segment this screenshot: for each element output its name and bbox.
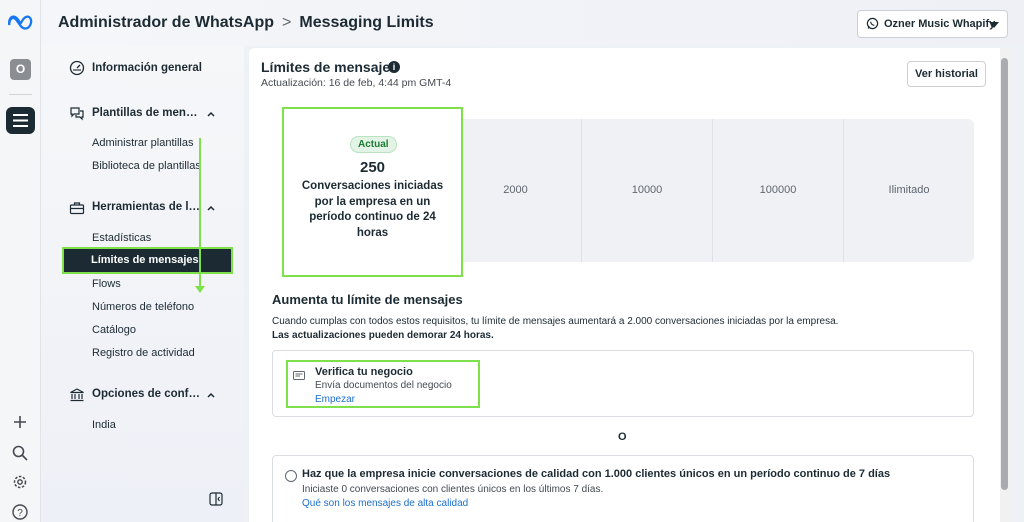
sidebar-item-message-limits[interactable]: Límites de mensajes <box>62 247 233 274</box>
tier-2000: 2000 <box>503 184 528 196</box>
breadcrumb-separator: > <box>282 14 292 31</box>
main-panel: Límites de mensajes i Actualización: 16 … <box>249 48 1009 522</box>
quality-option-title: Haz que la empresa inicie conversaciones… <box>302 468 891 480</box>
chevron-up-icon[interactable] <box>206 203 216 213</box>
document-icon <box>293 371 305 380</box>
toolbox-icon <box>69 202 85 215</box>
quality-info-link[interactable]: Qué son los mensajes de alta calidad <box>302 498 468 509</box>
tier-100000: 100000 <box>712 119 843 262</box>
tier-unlimited: Ilimitado <box>843 119 974 262</box>
sidebar-section-templates[interactable]: Plantillas de men… <box>92 107 197 119</box>
rail-divider <box>9 94 32 95</box>
left-rail: O ? <box>0 0 41 522</box>
top-header: Administrador de WhatsApp > Messaging Limi… <box>41 0 1024 46</box>
sidebar-item-phone-numbers[interactable]: Números de teléfono <box>92 301 194 313</box>
sidebar-item-statistics[interactable]: Estadísticas <box>92 232 151 244</box>
sidebar-item-flows[interactable]: Flows <box>92 278 121 290</box>
sidebar-item-template-library[interactable]: Biblioteca de plantillas <box>92 160 201 172</box>
breadcrumb: Administrador de WhatsApp > Messaging Limi… <box>58 14 434 32</box>
breadcrumb-current: Messaging Limits <box>299 14 434 31</box>
account-name: Ozner Music Whapify <box>884 18 996 30</box>
or-divider: O <box>618 431 627 443</box>
verify-business-title: Verifica tu negocio <box>315 366 413 378</box>
last-updated: Actualización: 16 de feb, 4:44 pm GMT-4 <box>261 77 452 89</box>
quality-option-radio[interactable] <box>285 470 297 482</box>
sidebar-item-india[interactable]: India <box>92 419 116 431</box>
collapse-sidebar-icon[interactable] <box>209 492 223 506</box>
quality-conversations-card: Haz que la empresa inicie conversaciones… <box>272 455 974 522</box>
current-tier-card: Actual 250 Conversaciones iniciadas por … <box>282 107 463 277</box>
sidebar-section-settings[interactable]: Opciones de conf… <box>92 388 200 400</box>
current-badge: Actual <box>350 136 397 153</box>
chevron-down-icon <box>989 22 999 28</box>
meta-logo-icon[interactable] <box>7 14 34 30</box>
sidebar-item-manage-templates[interactable]: Administrar plantillas <box>92 137 193 149</box>
chevron-up-icon[interactable] <box>206 109 216 119</box>
increase-limit-note: Las actualizaciones pueden demorar 24 ho… <box>272 330 494 341</box>
breadcrumb-root[interactable]: Administrador de WhatsApp <box>58 14 274 31</box>
account-avatar[interactable]: O <box>10 59 31 80</box>
gear-icon[interactable] <box>11 473 29 491</box>
verify-business-highlight: Verifica tu negocio Envía documentos del… <box>286 360 480 408</box>
hamburger-icon <box>13 114 28 127</box>
info-icon[interactable]: i <box>388 61 400 73</box>
sidebar-item-catalog[interactable]: Catálogo <box>92 324 136 336</box>
dashboard-icon <box>69 60 85 76</box>
verify-business-start-link[interactable]: Empezar <box>315 394 355 405</box>
current-limit-value: 250 <box>359 159 386 176</box>
help-icon[interactable]: ? <box>11 503 29 521</box>
bank-icon <box>70 388 84 402</box>
verify-business-card: Verifica tu negocio Envía documentos del… <box>272 350 974 417</box>
current-limit-description: Conversaciones iniciadas por la empresa … <box>301 180 444 239</box>
chat-bubbles-icon <box>70 107 84 121</box>
annotation-arrow <box>199 138 201 288</box>
scrollbar-thumb[interactable] <box>1001 58 1008 490</box>
svg-text:?: ? <box>17 508 23 519</box>
tier-10000: 10000 <box>581 119 712 262</box>
annotation-arrowhead <box>195 286 205 293</box>
sidebar-item-activity-log[interactable]: Registro de actividad <box>92 347 195 359</box>
search-icon[interactable] <box>11 444 29 462</box>
menu-button[interactable] <box>6 107 35 134</box>
increase-limit-text: Cuando cumplas con todos estos requisito… <box>272 316 839 327</box>
account-selector[interactable]: Ozner Music Whapify <box>857 10 1008 38</box>
sidebar-section-tools[interactable]: Herramientas de l… <box>92 201 200 213</box>
chevron-up-icon[interactable] <box>206 390 216 400</box>
increase-limit-heading: Aumenta tu límite de mensajes <box>272 292 463 307</box>
sidebar: Información general Plantillas de men… A… <box>41 46 244 522</box>
sidebar-item-overview[interactable]: Información general <box>92 62 202 74</box>
page-title: Límites de mensajes <box>261 59 398 75</box>
view-history-button[interactable]: Ver historial <box>907 61 986 87</box>
verify-business-subtitle: Envía documentos del negocio <box>315 380 452 391</box>
plus-icon[interactable] <box>11 413 29 431</box>
whatsapp-icon <box>866 17 879 30</box>
quality-option-subtitle: Iniciaste 0 conversaciones con clientes … <box>302 484 604 495</box>
